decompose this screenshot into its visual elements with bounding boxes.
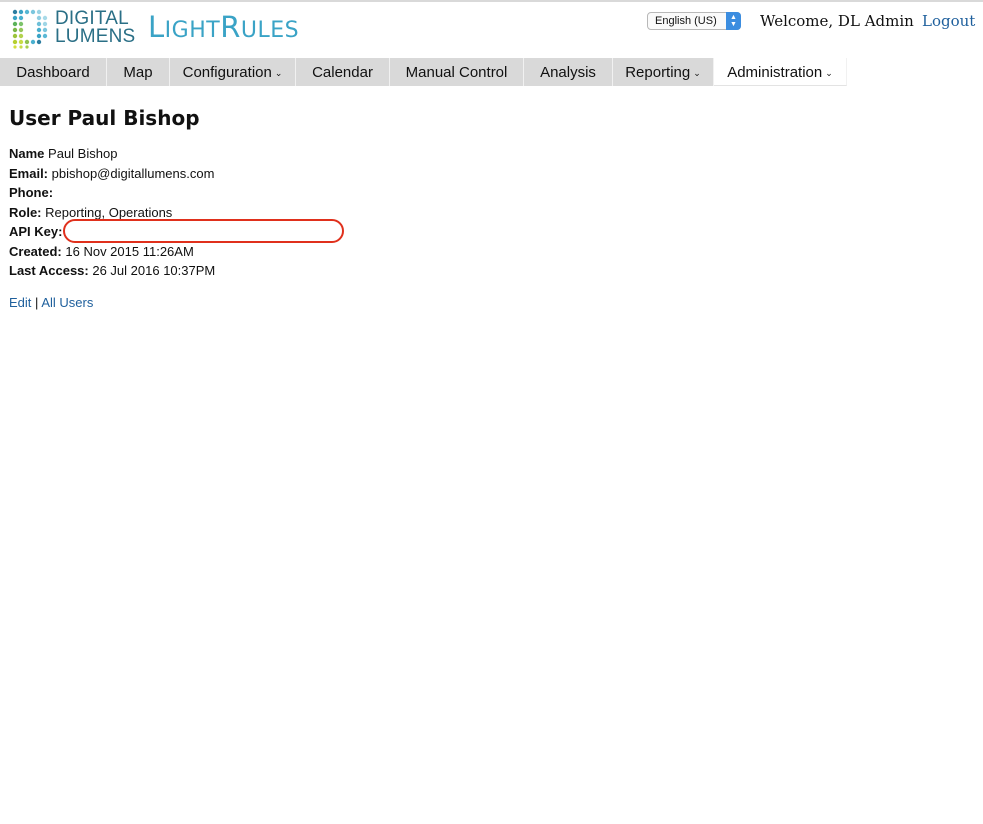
detail-row-phone: Phone: bbox=[9, 184, 215, 204]
edit-link[interactable]: Edit bbox=[9, 295, 31, 310]
nav-label: Manual Control bbox=[405, 64, 508, 81]
detail-value: pbishop@digitallumens.com bbox=[51, 165, 215, 181]
lightrules-letter-r: R bbox=[220, 10, 241, 44]
detail-value: 16 Nov 2015 11:26AM bbox=[65, 243, 194, 259]
detail-label: Email: bbox=[9, 165, 49, 181]
digital-lumens-wordmark: DIGITAL LUMENS bbox=[55, 9, 136, 47]
nav-item-map[interactable]: Map bbox=[107, 58, 170, 86]
brand-line-2: LUMENS bbox=[55, 26, 136, 47]
nav-item-dashboard[interactable]: Dashboard bbox=[0, 58, 107, 86]
nav-label: Reporting bbox=[625, 64, 691, 81]
nav-item-calendar[interactable]: Calendar bbox=[296, 58, 390, 86]
chevron-down-icon: ⌄ bbox=[825, 68, 833, 78]
lightrules-ules: ULES bbox=[240, 18, 300, 43]
nav-label: Administration bbox=[727, 64, 823, 81]
welcome-text: Welcome, DL Admin bbox=[760, 12, 914, 30]
language-select-value: English (US) bbox=[655, 15, 717, 27]
page-title: User Paul Bishop bbox=[9, 106, 200, 130]
language-select[interactable]: English (US) ▲ ▼ bbox=[647, 12, 741, 30]
detail-value: Paul Bishop bbox=[48, 146, 118, 161]
detail-label: Phone: bbox=[9, 185, 54, 200]
detail-row-created: Created: 16 Nov 2015 11:26AM bbox=[9, 243, 215, 263]
nav-label: Configuration bbox=[182, 64, 272, 81]
user-actions: Edit | All Users bbox=[9, 295, 93, 310]
detail-label: Last Access: bbox=[9, 263, 89, 278]
nav-label: Map bbox=[123, 64, 153, 81]
detail-value: 26 Jul 2016 10:37PM bbox=[92, 263, 216, 278]
digital-lumens-mark-icon bbox=[12, 9, 48, 49]
nav-label: Calendar bbox=[312, 64, 373, 81]
lightrules-ight: IGHT bbox=[164, 18, 221, 43]
detail-label: API Key: bbox=[9, 224, 63, 239]
detail-row-email: Email: pbishop@digitallumens.com bbox=[9, 165, 215, 185]
detail-row-last-access: Last Access: 26 Jul 2016 10:37PM bbox=[9, 262, 215, 282]
digital-lumens-logo[interactable]: DIGITAL LUMENS bbox=[12, 9, 136, 51]
select-arrows-icon: ▲ ▼ bbox=[726, 12, 741, 30]
detail-label: Name bbox=[9, 146, 45, 161]
nav-item-manual-control[interactable]: Manual Control bbox=[390, 58, 524, 86]
nav-item-administration[interactable]: Administration ⌄ bbox=[714, 58, 847, 86]
main-nav: Dashboard Map Configuration ⌄ Calendar Ma… bbox=[0, 58, 847, 86]
nav-item-configuration[interactable]: Configuration ⌄ bbox=[170, 58, 296, 86]
detail-row-name: Name Paul Bishop bbox=[9, 145, 215, 165]
nav-label: Dashboard bbox=[16, 64, 90, 81]
nav-item-reporting[interactable]: Reporting ⌄ bbox=[613, 58, 714, 86]
lightrules-letter-l: L bbox=[148, 10, 165, 44]
logout-link[interactable]: Logout bbox=[922, 12, 975, 30]
detail-label: Created: bbox=[9, 243, 62, 259]
detail-value: Reporting, Operations bbox=[45, 204, 173, 220]
header: DIGITAL LUMENS LIGHTRULES English (US) ▲… bbox=[0, 2, 983, 58]
nav-item-analysis[interactable]: Analysis bbox=[524, 58, 613, 86]
chevron-down-icon: ⌄ bbox=[274, 68, 283, 78]
all-users-link[interactable]: All Users bbox=[41, 295, 93, 310]
link-separator: | bbox=[35, 295, 39, 310]
user-details: Name Paul Bishop Email: pbishop@digitall… bbox=[9, 145, 215, 282]
api-key-highlight-annotation bbox=[63, 219, 344, 243]
lightrules-logo: LIGHTRULES bbox=[148, 10, 299, 48]
nav-label: Analysis bbox=[540, 64, 596, 81]
detail-label: Role: bbox=[9, 204, 42, 220]
chevron-down-icon: ⌄ bbox=[693, 68, 701, 78]
